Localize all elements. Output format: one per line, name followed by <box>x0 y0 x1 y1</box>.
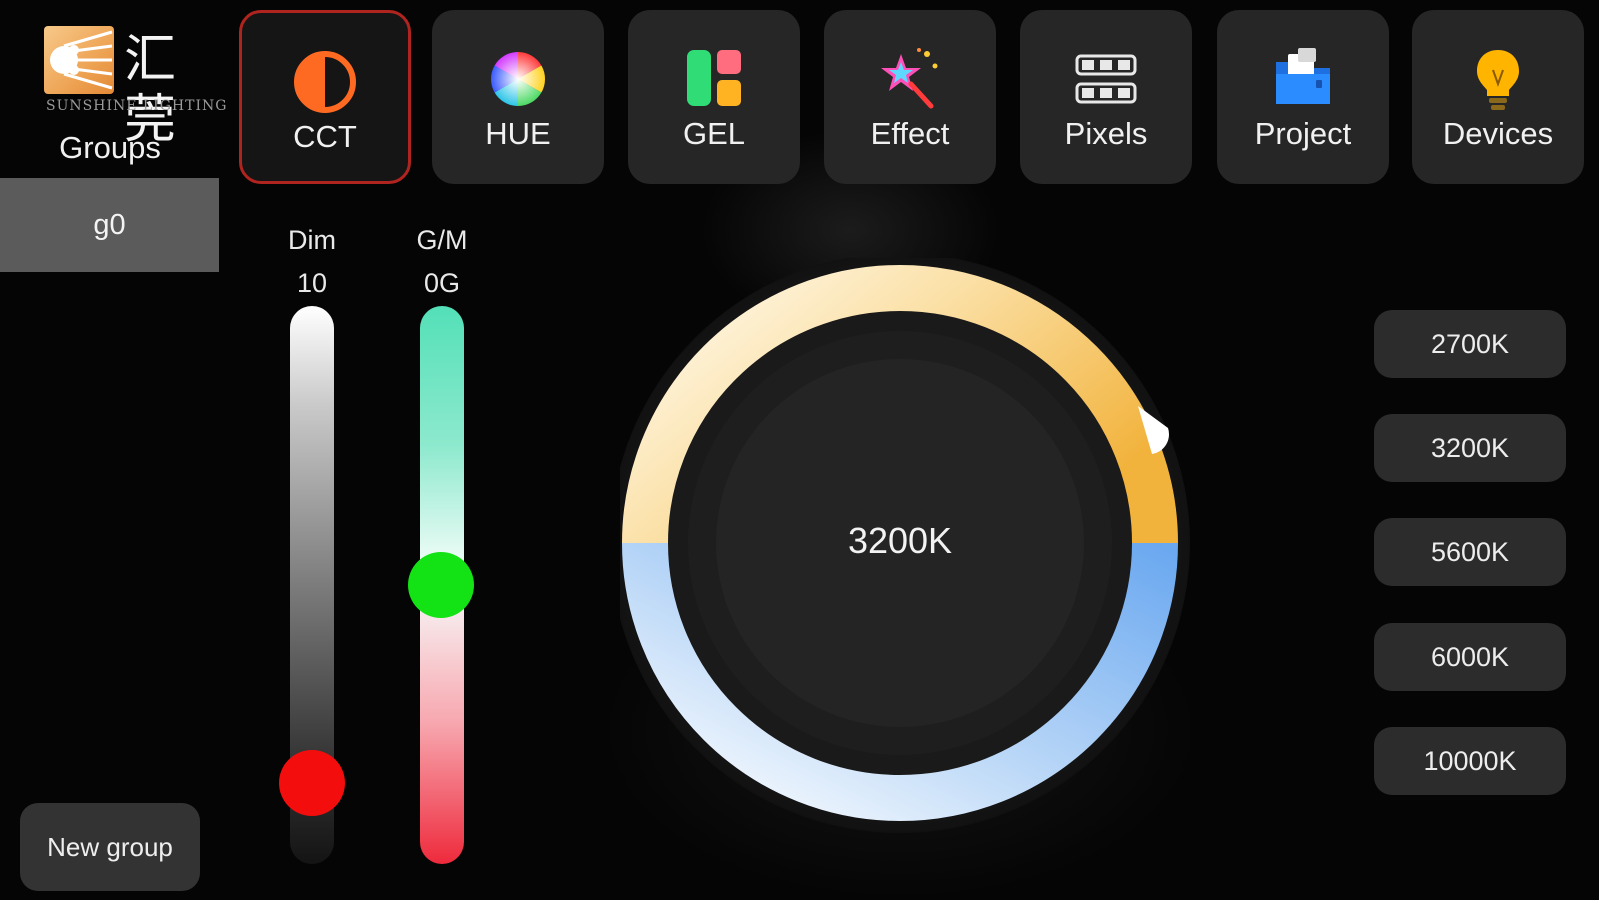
tab-hue[interactable]: HUE <box>432 10 604 184</box>
gel-swatch-icon <box>679 44 749 114</box>
half-circle-icon <box>290 47 360 117</box>
gm-slider-value: 0G <box>423 268 461 298</box>
cct-dial-value: 3200K <box>847 520 953 561</box>
tab-pixels[interactable]: Pixels <box>1020 10 1192 184</box>
dim-slider-knob[interactable] <box>279 750 345 816</box>
magic-star-icon <box>875 44 945 114</box>
brand-logo: 汇莞 SUNSHINE LIGHTING <box>44 26 226 150</box>
dim-slider-value: 10 <box>296 268 328 298</box>
preset-10000k-button[interactable]: 10000K <box>1374 727 1566 795</box>
tab-hue-label: HUE <box>485 116 551 151</box>
tab-cct-label: CCT <box>293 119 357 154</box>
dim-slider-label: Dim <box>288 225 336 255</box>
tab-gel[interactable]: GEL <box>628 10 800 184</box>
preset-5600k-button[interactable]: 5600K <box>1374 518 1566 586</box>
tab-devices-label: Devices <box>1442 116 1554 151</box>
tab-gel-label: GEL <box>682 116 746 151</box>
gm-slider-knob[interactable] <box>408 552 474 618</box>
tab-cct[interactable]: CCT <box>239 10 411 184</box>
folder-icon <box>1268 44 1338 114</box>
cct-dial[interactable]: 3200K <box>610 253 1220 858</box>
tab-project-label: Project <box>1254 116 1352 151</box>
tab-devices[interactable]: Devices <box>1412 10 1584 184</box>
preset-6000k-button[interactable]: 6000K <box>1374 623 1566 691</box>
gm-slider-label: G/M <box>416 225 468 255</box>
lightbulb-icon <box>1463 44 1533 114</box>
pixel-grid-icon <box>1071 44 1141 114</box>
tab-pixels-label: Pixels <box>1064 116 1148 151</box>
groups-title: Groups <box>59 130 161 165</box>
new-group-button[interactable]: New group <box>20 803 200 891</box>
preset-3200k-button[interactable]: 3200K <box>1374 414 1566 482</box>
logo-mark-icon <box>44 26 114 94</box>
tab-project[interactable]: Project <box>1217 10 1389 184</box>
tab-effect[interactable]: Effect <box>824 10 996 184</box>
logo-english-text: SUNSHINE LIGHTING <box>46 98 228 114</box>
preset-2700k-button[interactable]: 2700K <box>1374 310 1566 378</box>
color-wheel-icon <box>483 44 553 114</box>
tab-effect-label: Effect <box>870 116 950 151</box>
group-item-g0[interactable]: g0 <box>0 178 219 272</box>
